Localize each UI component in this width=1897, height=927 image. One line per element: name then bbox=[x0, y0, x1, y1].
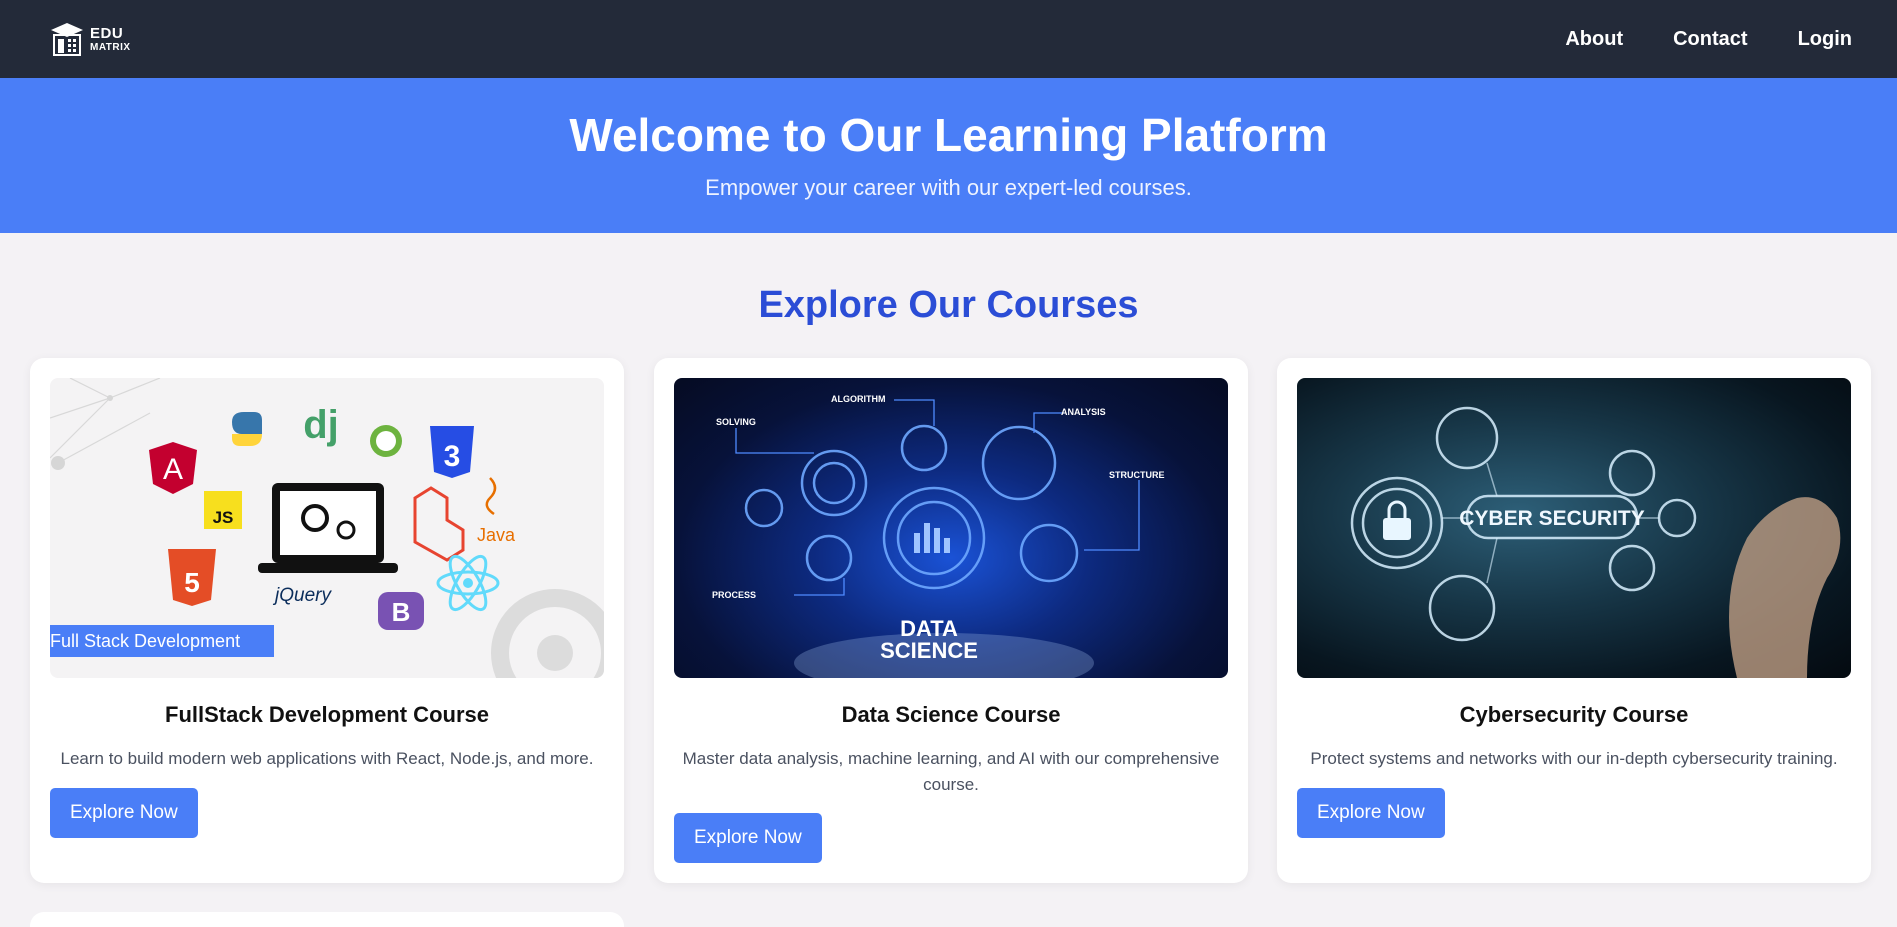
graduation-cap-building-icon bbox=[51, 23, 83, 56]
jquery-label: jQuery bbox=[272, 585, 332, 606]
cyber-security-label: CYBER SECURITY bbox=[1459, 507, 1645, 530]
django-label: dj bbox=[303, 403, 339, 447]
nav-about-link[interactable]: About bbox=[1565, 28, 1623, 51]
course-description: Protect systems and networks with our in… bbox=[1310, 749, 1838, 768]
algorithm-label: ALGORITHM bbox=[831, 394, 886, 404]
brand-name-line2: MATRIX bbox=[90, 41, 131, 53]
cybersecurity-illustration: CYBER SECURITY bbox=[1350, 406, 1841, 678]
explore-now-button[interactable]: Explore Now bbox=[1297, 788, 1445, 838]
js-label: JS bbox=[213, 508, 234, 527]
course-title: Data Science Course bbox=[841, 702, 1061, 727]
course-card-cybersecurity: CYBER SECURITY Cybersecurity Course Prot… bbox=[1277, 358, 1871, 883]
svg-text:5: 5 bbox=[184, 567, 200, 598]
java-label: Java bbox=[477, 525, 516, 545]
nav-login-link[interactable]: Login bbox=[1798, 28, 1852, 51]
logo[interactable]: EDU MATRIX bbox=[50, 21, 131, 57]
course-card-data-science: SOLVING ALGORITHM ANALYSIS STRUCTURE PRO… bbox=[654, 358, 1248, 883]
data-science-illustration: SOLVING ALGORITHM ANALYSIS STRUCTURE PRO… bbox=[712, 394, 1165, 678]
explore-now-button[interactable]: Explore Now bbox=[50, 788, 198, 838]
nav-contact-link[interactable]: Contact bbox=[1673, 28, 1747, 51]
course-description: Master data analysis, machine learning, … bbox=[682, 749, 1220, 794]
solving-label: SOLVING bbox=[716, 417, 756, 427]
course-card-fullstack: A dj 3 JS Java 5 jQuery B Full Stack Dev… bbox=[30, 358, 624, 883]
data-science-course-image: SOLVING ALGORITHM ANALYSIS STRUCTURE PRO… bbox=[674, 378, 1228, 678]
svg-text:3: 3 bbox=[444, 440, 461, 473]
cybersecurity-course-image: CYBER SECURITY bbox=[1297, 378, 1851, 678]
brand-name-line1: EDU bbox=[90, 24, 124, 42]
fullstack-course-image: A dj 3 JS Java 5 jQuery B Full Stack Dev… bbox=[50, 378, 604, 678]
hero-title: Welcome to Our Learning Platform bbox=[569, 109, 1328, 161]
structure-label: STRUCTURE bbox=[1109, 470, 1165, 480]
course-title: Cybersecurity Course bbox=[1459, 702, 1689, 727]
hero-subtitle: Empower your career with our expert-led … bbox=[705, 175, 1192, 200]
explore-now-button[interactable]: Explore Now bbox=[674, 813, 822, 863]
navbar: EDU MATRIX About Contact Login bbox=[0, 0, 1897, 78]
analysis-label: ANALYSIS bbox=[1061, 407, 1106, 417]
bootstrap-label: B bbox=[392, 597, 411, 627]
section-title: Explore Our Courses bbox=[758, 284, 1139, 326]
course-card-next-partial bbox=[30, 912, 624, 927]
hero-banner: Welcome to Our Learning Platform Empower… bbox=[0, 78, 1897, 233]
nav-links: About Contact Login bbox=[1565, 28, 1852, 51]
science-label: SCIENCE bbox=[880, 638, 978, 663]
course-title: FullStack Development Course bbox=[165, 702, 489, 727]
svg-text:A: A bbox=[163, 453, 183, 486]
image-caption-banner: Full Stack Development bbox=[50, 625, 274, 657]
course-description: Learn to build modern web applications w… bbox=[60, 749, 594, 768]
process-label: PROCESS bbox=[712, 590, 756, 600]
